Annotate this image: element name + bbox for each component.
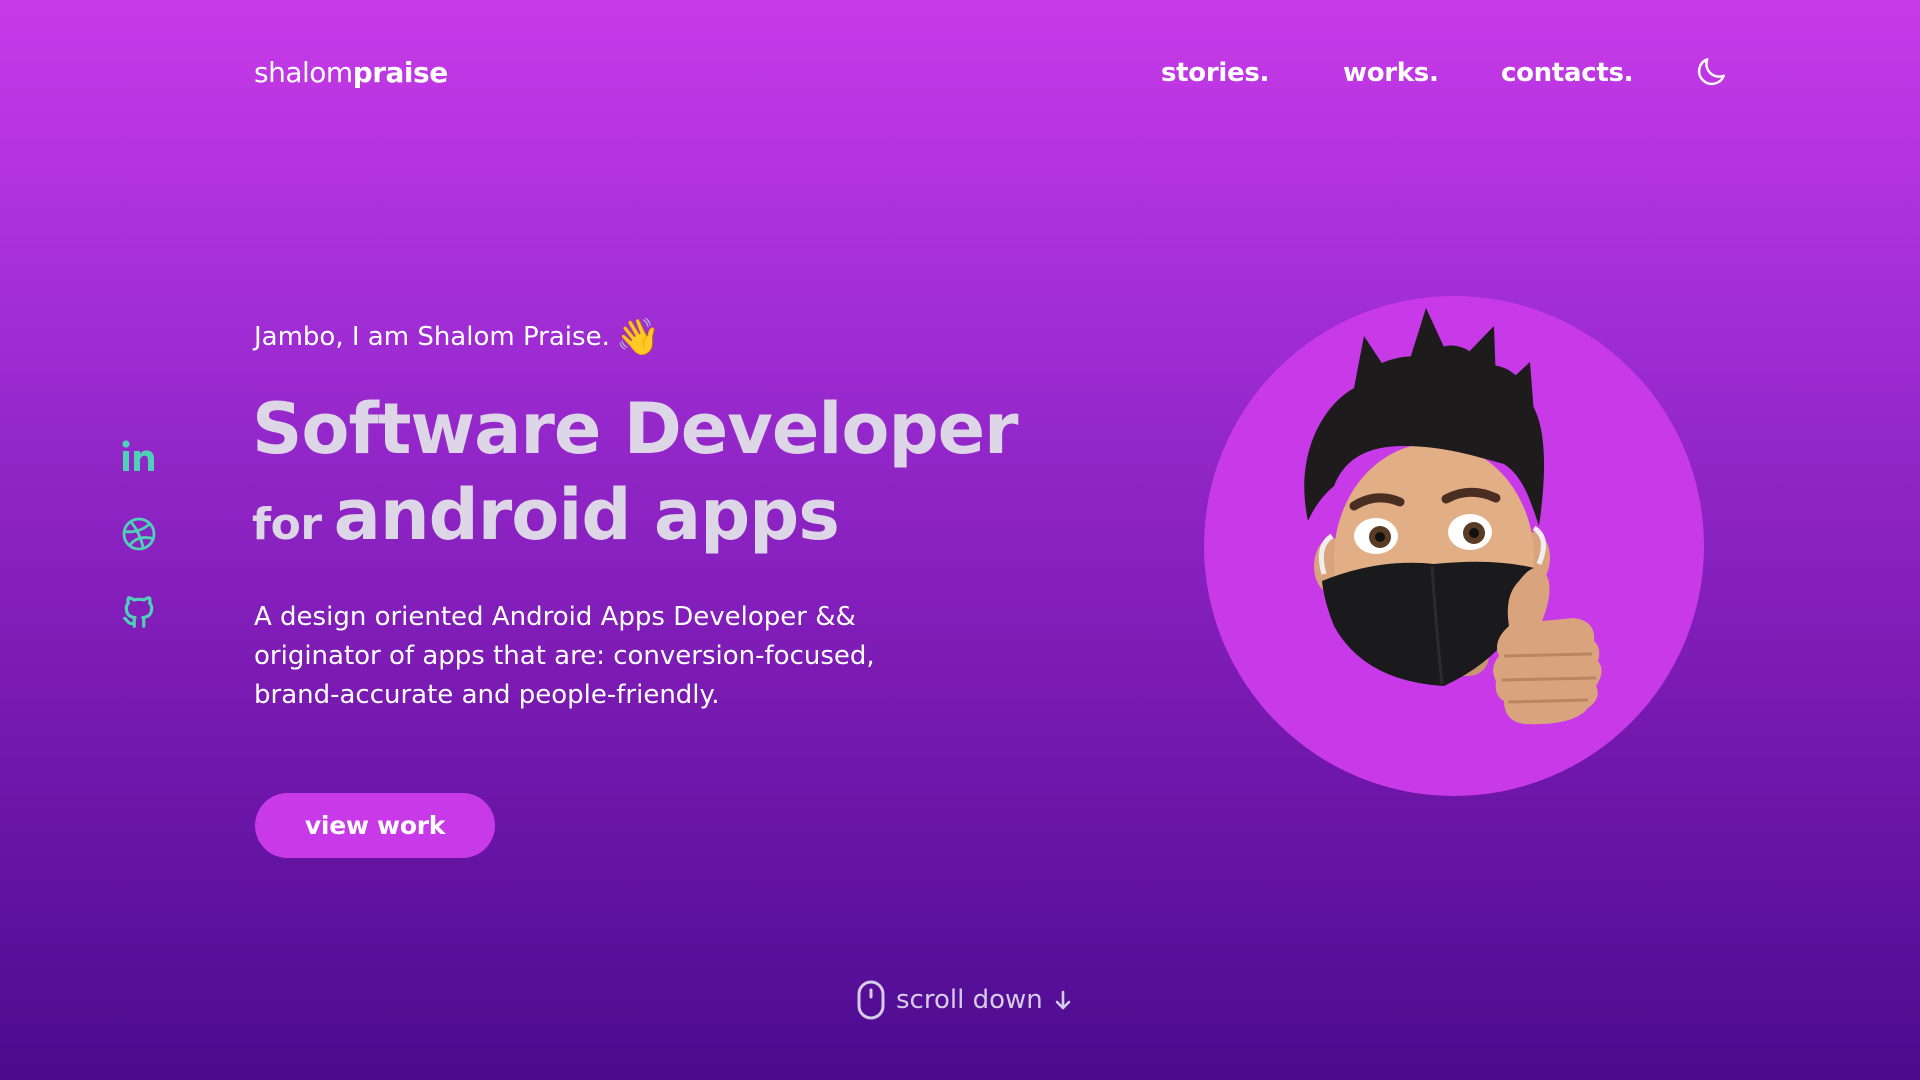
headline-for-text: for: [252, 499, 322, 550]
memoji-avatar-image: [1304, 308, 1602, 725]
dribbble-link[interactable]: [120, 515, 158, 553]
site-logo[interactable]: shalompraise: [254, 56, 448, 89]
dribbble-icon: [122, 517, 156, 551]
linkedin-link[interactable]: [120, 437, 158, 475]
nav-contacts-link[interactable]: contacts.: [1501, 58, 1634, 88]
mouse-icon: [857, 980, 885, 1020]
hero-headline-line2: for android apps: [252, 474, 840, 556]
avatar: [1204, 296, 1704, 796]
moon-icon: [1697, 58, 1725, 86]
nav-works-link[interactable]: works.: [1343, 58, 1439, 88]
linkedin-icon: [122, 440, 154, 471]
arrow-down-icon: [1055, 990, 1071, 1010]
view-work-button[interactable]: view work: [255, 793, 495, 858]
github-icon: [123, 596, 154, 628]
site-header: shalompraise stories. works. contacts.: [0, 0, 1920, 150]
greeting-text: Jambo, I am Shalom Praise.: [254, 322, 610, 352]
nav-stories-link[interactable]: stories.: [1161, 58, 1269, 88]
hero-headline-line1: Software Developer: [252, 388, 1019, 470]
theme-toggle-button[interactable]: [1693, 54, 1729, 90]
logo-bold-text: praise: [352, 56, 449, 89]
scroll-down-label: scroll down: [896, 985, 1043, 1015]
github-link[interactable]: [120, 593, 158, 631]
scroll-down-indicator[interactable]: scroll down: [856, 979, 1073, 1021]
hero-description: A design oriented Android Apps Developer…: [254, 602, 875, 710]
hero-greeting: Jambo, I am Shalom Praise. 👋: [254, 316, 661, 358]
headline-android-apps-text: android apps: [333, 474, 840, 556]
waving-hand-icon: 👋: [615, 317, 661, 358]
logo-light-text: shalom: [254, 56, 353, 89]
